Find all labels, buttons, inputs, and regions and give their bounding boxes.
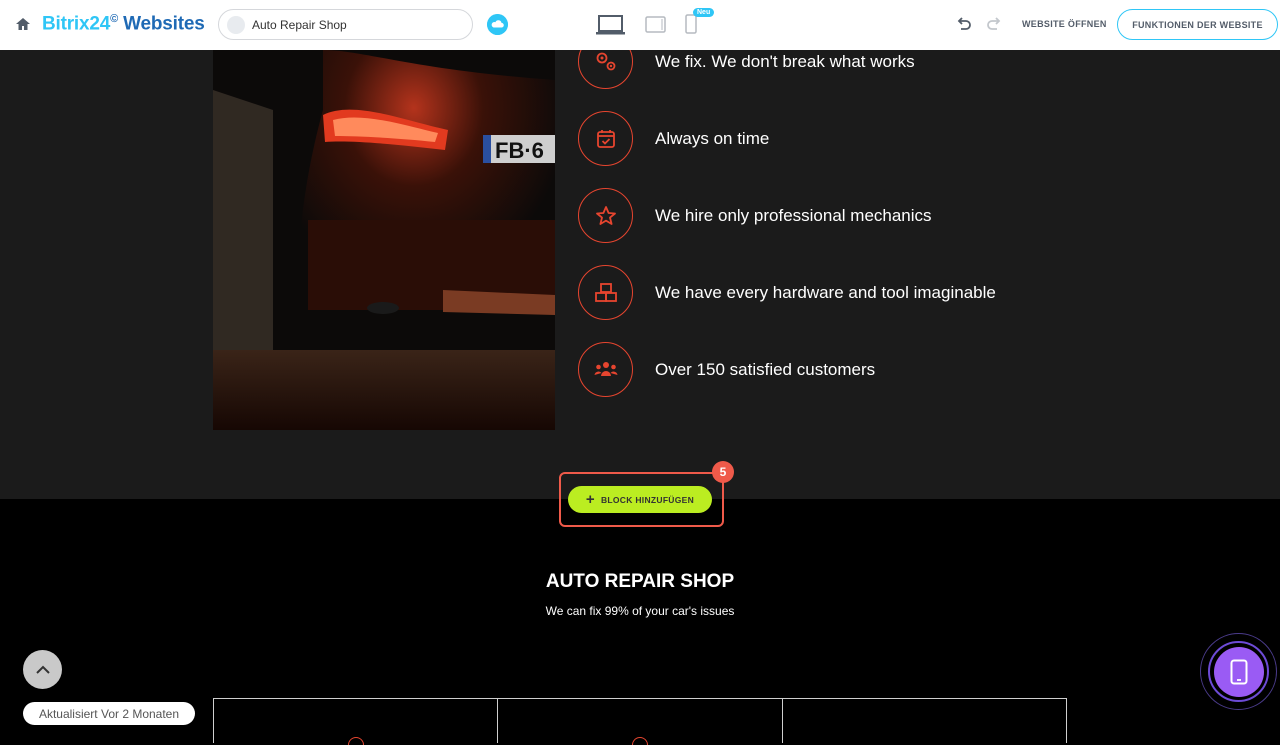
site-thumbnail: [227, 15, 245, 34]
feature-text: We hire only professional mechanics: [655, 205, 932, 225]
section-title: AUTO REPAIR SHOP: [545, 571, 735, 592]
service-card: [498, 699, 783, 745]
feature-text: Over 150 satisfied customers: [655, 359, 876, 379]
mobile-preview-core: [1213, 646, 1264, 697]
site-name: Auto Repair Shop: [252, 17, 347, 32]
plus-icon: +: [585, 491, 595, 508]
car-photo: FB·6: [213, 50, 555, 430]
service-icon: [631, 737, 648, 745]
mobile-preview-button[interactable]: [1200, 633, 1277, 710]
feature-item: Over 150 satisfied customers: [578, 342, 1138, 397]
scroll-to-top-button[interactable]: [23, 650, 62, 689]
feature-text: We have every hardware and tool imaginab…: [655, 282, 996, 302]
feature-item: We hire only professional mechanics: [578, 188, 1138, 243]
service-card: [783, 699, 1066, 743]
star-icon: [578, 188, 633, 243]
calendar-check-icon: [578, 111, 633, 166]
home-icon[interactable]: [14, 15, 32, 33]
service-icon: [347, 737, 364, 745]
mobile-view-icon[interactable]: [685, 14, 697, 34]
service-cards: [213, 698, 1067, 745]
new-badge: Neu: [693, 8, 715, 17]
feature-text: We fix. We don't break what works: [655, 51, 915, 71]
smartphone-icon: [1230, 659, 1247, 684]
tablet-view-icon[interactable]: [645, 16, 666, 33]
mobile-preview-ring: [1208, 641, 1269, 702]
users-icon: [578, 342, 633, 397]
site-features-button[interactable]: FUNKTIONEN DER WEBSITE: [1117, 9, 1278, 40]
service-card: [214, 699, 499, 745]
brand-logo[interactable]: Bitrix24© Websites: [42, 13, 205, 35]
add-block-button[interactable]: + BLOCK HINZUFÜGEN: [568, 486, 712, 513]
step-badge: 5: [712, 461, 734, 483]
updated-status: Aktualisiert Vor 2 Monaten: [23, 702, 195, 725]
add-block-label: BLOCK HINZUFÜGEN: [600, 494, 695, 505]
cloud-save-icon[interactable]: [487, 14, 508, 35]
feature-item: Always on time: [578, 111, 1138, 166]
chevron-up-icon: [35, 665, 50, 674]
desktop-view-icon[interactable]: [596, 14, 625, 36]
undo-icon[interactable]: [955, 15, 973, 33]
site-selector[interactable]: Auto Repair Shop: [218, 9, 473, 40]
feature-item: We have every hardware and tool imaginab…: [578, 265, 1138, 320]
boxes-icon: [578, 265, 633, 320]
svg-text:FB·6: FB·6: [495, 138, 544, 163]
feature-text: Always on time: [655, 128, 770, 148]
open-website-link[interactable]: WEBSITE ÖFFNEN: [1022, 19, 1107, 29]
editor-toolbar: Bitrix24© Websites Auto Repair Shop Neu …: [0, 0, 1280, 50]
section-subtitle: We can fix 99% of your car's issues: [545, 604, 735, 618]
redo-icon[interactable]: [985, 15, 1003, 33]
